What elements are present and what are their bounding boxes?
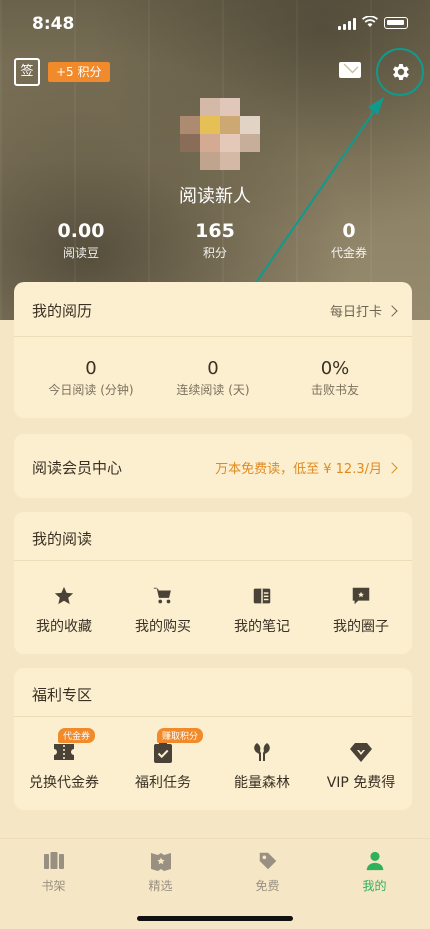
member-center-card[interactable]: 阅读会员中心 万本免费读，低至 ¥ 12.3/月 [14,434,412,498]
notebook-icon [212,584,312,608]
bookshelf-icon [0,849,107,873]
earn-points-tag: 赚取积分 [157,728,204,743]
card-title: 阅读会员中心 [32,459,123,477]
status-time: 8:48 [32,14,75,34]
tag-icon [214,849,321,873]
redeem-voucher-item[interactable]: 代金券 兑换代金券 [14,728,114,792]
energy-forest-item[interactable]: 能量森林 [212,740,312,792]
tab-profile[interactable]: 我的 [321,849,428,894]
tab-featured[interactable]: 精选 [107,849,214,894]
beat-friends-stat: 0% 击败书友 [310,358,359,397]
daily-signin-button[interactable]: 签 [14,58,40,86]
battery-icon [384,17,408,29]
avatar[interactable] [180,98,260,170]
star-icon [14,584,114,608]
tab-bookshelf[interactable]: 书架 [0,849,107,894]
tab-free[interactable]: 免费 [214,849,321,894]
vip-free-item[interactable]: VIP 免费得 [311,740,411,792]
my-purchases-item[interactable]: 我的购买 [113,584,213,636]
welfare-card: 福利专区 代金券 兑换代金券 赚取积分 福利任务 能量森林 VIP 免费得 [14,668,412,810]
tree-icon [212,740,312,764]
signal-icon [338,18,356,30]
my-favorites-item[interactable]: 我的收藏 [14,584,114,636]
my-notes-item[interactable]: 我的笔记 [212,584,312,636]
featured-icon [107,849,214,873]
chevron-right-icon [386,462,398,474]
clipboard-check-icon [113,740,213,764]
stat-points[interactable]: 165 积分 [148,220,282,261]
stat-reading-beans[interactable]: 0.00 阅读豆 [14,220,148,261]
gear-icon [393,64,409,80]
wifi-icon [362,15,378,32]
status-bar: 8:48 [0,0,430,46]
person-icon [321,849,428,873]
cart-icon [113,584,213,608]
ticket-icon [14,740,114,764]
daily-checkin-link[interactable]: 每日打卡 [330,301,398,320]
chevron-right-icon [386,305,398,317]
username: 阅读新人 [179,186,251,207]
my-reading-card: 我的阅读 我的收藏 我的购买 我的笔记 我的圈子 [14,512,412,654]
mail-icon[interactable] [339,62,361,78]
card-title: 我的阅读 [32,530,93,548]
card-title: 福利专区 [32,686,93,704]
chat-bubble-icon [311,584,411,608]
diamond-icon [311,740,411,764]
stat-vouchers[interactable]: 0 代金券 [282,220,416,261]
streak-stat: 0 连续阅读 (天) [176,358,250,397]
welfare-tasks-item[interactable]: 赚取积分 福利任务 [113,728,213,792]
profile-stats: 0.00 阅读豆 165 积分 0 代金券 [14,220,416,268]
voucher-tag: 代金券 [58,728,96,743]
settings-button[interactable] [376,48,424,96]
reading-history-card: 我的阅历 每日打卡 0 今日阅读 (分钟) 0 连续阅读 (天) 0% 击败书友 [14,282,412,418]
home-indicator [137,916,293,921]
today-reading-stat: 0 今日阅读 (分钟) [48,358,134,397]
my-circles-item[interactable]: 我的圈子 [311,584,411,636]
card-title: 我的阅历 [32,302,93,320]
points-badge: +5 积分 [48,62,110,82]
member-promo-link[interactable]: 万本免费读，低至 ¥ 12.3/月 [215,458,398,477]
